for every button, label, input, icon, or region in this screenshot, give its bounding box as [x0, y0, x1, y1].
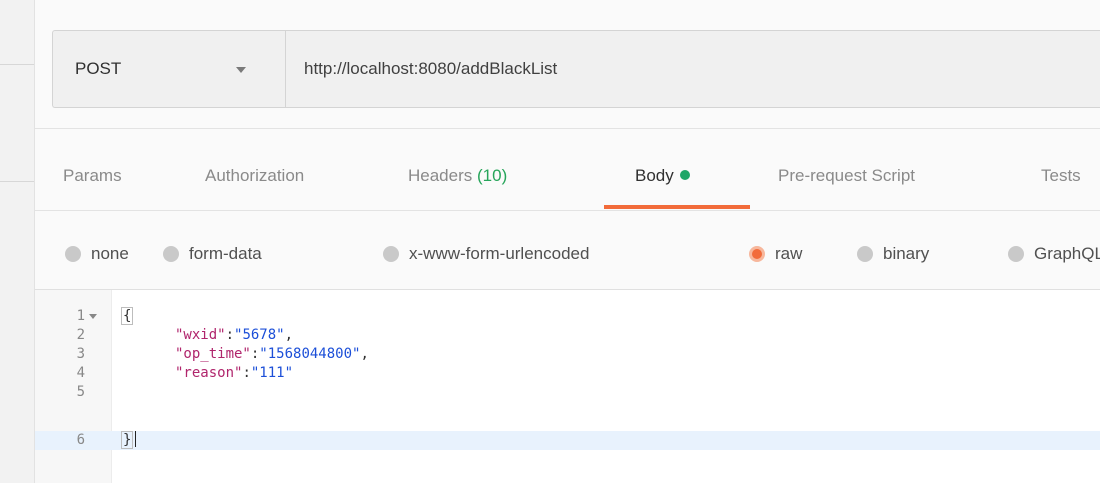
radio-bullet-icon [65, 246, 81, 262]
line-number: 1 [76, 308, 85, 324]
sidebar-divider [0, 64, 34, 65]
tab-params[interactable]: Params [63, 131, 122, 211]
json-key: "op_time" [175, 346, 251, 362]
editor-line: 5 [35, 383, 1100, 402]
json-value: "111" [250, 365, 294, 381]
radio-bullet-icon [163, 246, 179, 262]
line-number: 3 [76, 346, 85, 362]
divider [35, 128, 1100, 129]
json-separator: : [225, 327, 235, 343]
radio-raw[interactable]: raw [749, 236, 802, 272]
headers-count-badge: (10) [477, 166, 508, 185]
request-url-bar: POST http://localhost:8080/addBlackList [52, 30, 1100, 108]
line-number: 2 [76, 327, 85, 343]
json-key: "reason" [175, 365, 243, 381]
editor-line: 3 "op_time":"1568044800", [35, 345, 1100, 364]
radio-x-www-form-urlencoded[interactable]: x-www-form-urlencoded [383, 236, 589, 272]
radio-bullet-icon [857, 246, 873, 262]
left-sidebar [0, 0, 35, 483]
tab-authorization[interactable]: Authorization [205, 131, 304, 211]
open-brace: { [121, 307, 134, 325]
json-trailing-comma: , [360, 346, 369, 362]
radio-bullet-icon [383, 246, 399, 262]
radio-bullet-icon [1008, 246, 1024, 262]
green-dot-icon [679, 170, 690, 180]
editor-line: 1 { [35, 307, 1100, 326]
json-key: "wxid" [175, 327, 226, 343]
tab-body[interactable]: Body [635, 131, 690, 211]
method-selector[interactable]: POST [53, 31, 286, 107]
request-panel: POST http://localhost:8080/addBlackList … [35, 0, 1100, 483]
radio-form-data[interactable]: form-data [163, 236, 262, 272]
chevron-down-icon [236, 67, 246, 73]
divider [35, 210, 1100, 211]
sidebar-divider [0, 181, 34, 182]
body-type-radio-group: none form-data x-www-form-urlencoded raw… [35, 236, 1100, 272]
line-number: 4 [76, 365, 85, 381]
line-number: 6 [76, 432, 85, 448]
tab-tests[interactable]: Tests [1041, 131, 1081, 211]
radio-bullet-selected-icon [749, 246, 765, 262]
editor-line: 2 "wxid":"5678", [35, 326, 1100, 345]
editor-line-active: 6 } [35, 431, 1100, 450]
request-tabs: Params Authorization Headers (10) Body P… [35, 131, 1100, 211]
tab-pre-request-script[interactable]: Pre-request Script [778, 131, 915, 211]
close-brace: } [121, 431, 134, 449]
tab-headers[interactable]: Headers (10) [408, 131, 507, 211]
radio-graphql[interactable]: GraphQL [1008, 236, 1100, 272]
radio-none[interactable]: none [65, 236, 129, 272]
editor-line: 4 "reason":"111" [35, 364, 1100, 383]
text-cursor [135, 431, 137, 447]
active-tab-indicator [604, 205, 750, 209]
code-editor[interactable]: 1 { 2 "wxid":"5678", 3 "op_time":"156804… [35, 290, 1100, 483]
url-input[interactable]: http://localhost:8080/addBlackList [286, 31, 1100, 107]
json-separator: : [242, 365, 251, 381]
json-value: "1568044800" [259, 346, 361, 362]
json-trailing-comma: , [284, 327, 294, 343]
json-value: "5678" [234, 327, 285, 343]
line-number: 5 [76, 384, 85, 400]
radio-binary[interactable]: binary [857, 236, 929, 272]
fold-triangle-icon[interactable] [89, 314, 97, 319]
method-label: POST [75, 59, 122, 78]
